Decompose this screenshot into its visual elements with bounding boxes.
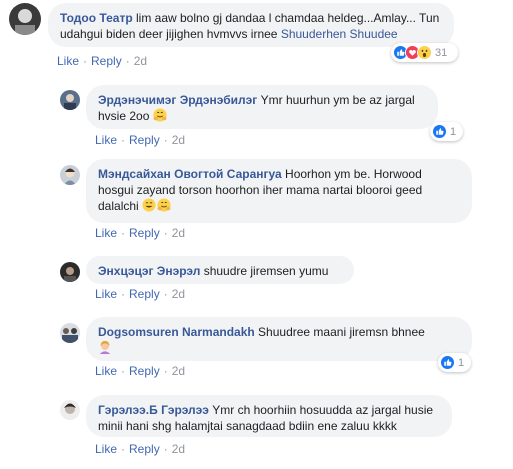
like-link[interactable]: Like [95,442,117,456]
comment-bubble: Гэрэлээ.Б Гэрэлээ Ymr ch hoorhiin hosuud… [86,395,452,437]
smile-emoji-icon [142,198,156,212]
separator-dot: · [163,442,168,456]
comment-actions: Like · Reply · 2d [95,287,185,301]
comment-bubble: Тодоо Театр lim aaw bolno gj dandaa l ch… [48,3,454,47]
hug-emoji-icon [157,198,171,212]
separator-dot: · [121,364,126,378]
like-link[interactable]: Like [95,364,117,378]
comment-bubble: Энхцэцэг Энэрэл shuudre jiremsen yumu [86,256,354,284]
avatar[interactable] [9,3,41,35]
like-link[interactable]: Like [95,287,117,301]
comment-author[interactable]: Dogsomsuren Narmandakh [98,325,255,339]
avatar[interactable] [60,262,80,282]
like-link[interactable]: Like [95,133,117,147]
reaction-summary[interactable]: 1 [430,122,463,141]
woman-gesture-emoji-icon [98,340,112,354]
reply-link[interactable]: Reply [129,287,160,301]
reply-link[interactable]: Reply [129,364,160,378]
comment-actions: Like · Reply · 2d [95,364,185,378]
comment-author[interactable]: Тодоо Театр [60,11,133,25]
comment-author[interactable]: Эрдэнэчимэг Эрдэнэбилэг [98,93,257,107]
hug-emoji-icon [153,108,167,122]
comment-bubble: Эрдэнэчимэг Эрдэнэбилэг Ymr huurhun ym b… [86,85,438,129]
like-link[interactable]: Like [95,226,117,240]
comment-bubble: Мэндсайхан Овогтой Сарангуа Hoorhon ym b… [86,159,472,223]
avatar[interactable] [60,90,80,110]
reaction-summary[interactable]: 1 [438,353,471,372]
separator-dot: · [121,442,126,456]
comment-time[interactable]: 2d [172,287,185,301]
comment-actions: Like · Reply · 2d [57,54,147,68]
separator-dot: · [121,287,126,301]
avatar[interactable] [60,165,80,185]
like-link[interactable]: Like [57,54,79,68]
comment-author[interactable]: Мэндсайхан Овогтой Сарангуа [98,167,282,181]
reaction-count: 1 [458,356,465,369]
like-icon [440,355,455,370]
like-icon [432,124,447,139]
comment-time[interactable]: 2d [172,133,185,147]
separator-dot: · [163,226,168,240]
wow-icon [417,45,432,60]
comment-author[interactable]: Энхцэцэг Энэрэл [98,264,200,278]
separator-dot: · [83,54,88,68]
separator-dot: · [121,133,126,147]
comment-actions: Like · Reply · 2d [95,442,185,456]
separator-dot: · [125,54,130,68]
comment-text: shuudre jiremsen yumu [203,264,329,278]
reply-link[interactable]: Reply [91,54,122,68]
comment-author[interactable]: Гэрэлээ.Б Гэрэлээ [98,403,209,417]
reply-link[interactable]: Reply [129,442,160,456]
comment-time[interactable]: 2d [172,364,185,378]
avatar[interactable] [60,400,80,420]
comment-text: Shuudree maani jiremsn bhnee [258,325,425,339]
comment-actions: Like · Reply · 2d [95,133,185,147]
comment-time[interactable]: 2d [172,226,185,240]
comment-time[interactable]: 2d [134,54,147,68]
avatar[interactable] [60,323,80,343]
reaction-count: 1 [450,125,457,138]
comment-time[interactable]: 2d [172,442,185,456]
comment-actions: Like · Reply · 2d [95,226,185,240]
separator-dot: · [163,133,168,147]
reply-link[interactable]: Reply [129,133,160,147]
reaction-summary[interactable]: 31 [391,43,458,62]
separator-dot: · [163,287,168,301]
tagged-name[interactable]: Shuuderhen Shuudee [281,27,398,41]
separator-dot: · [121,226,126,240]
comment-bubble: Dogsomsuren Narmandakh Shuudree maani ji… [86,317,472,361]
separator-dot: · [163,364,168,378]
reaction-count: 31 [435,46,448,59]
reply-link[interactable]: Reply [129,226,160,240]
